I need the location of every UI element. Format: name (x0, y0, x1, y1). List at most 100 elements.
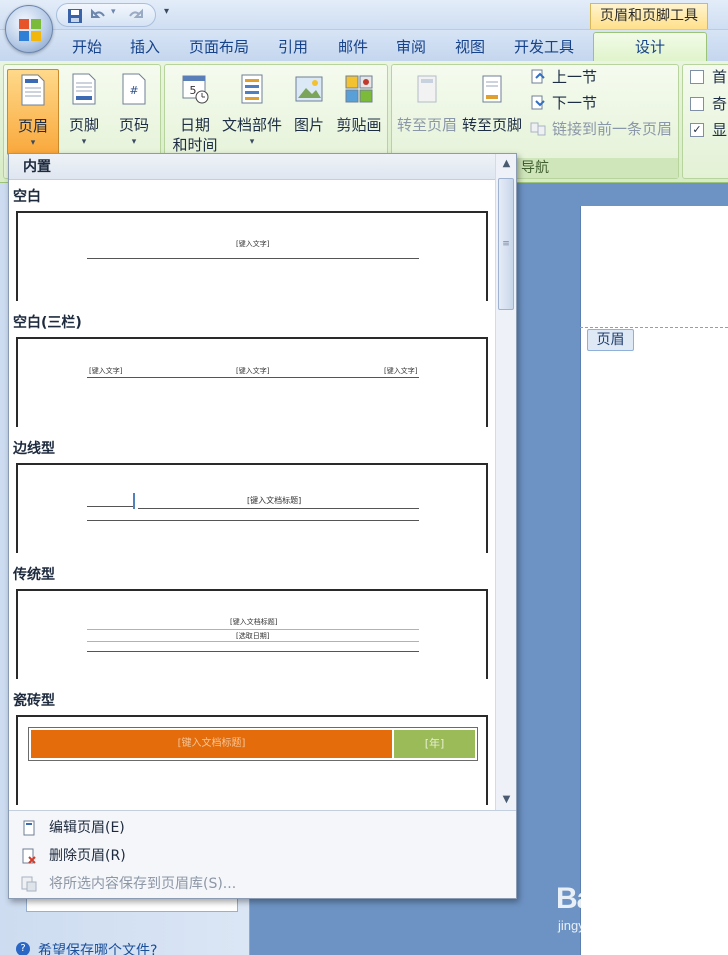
different-first-page-label: 首 (712, 68, 728, 86)
gallery-item-title: 空白 (13, 189, 41, 205)
edit-header-label: 编辑页眉(E) (49, 820, 125, 836)
placeholder-year: [年] (424, 737, 445, 750)
different-first-page-checkbox[interactable]: 首 (690, 66, 728, 88)
footer-button[interactable]: 页脚 ▾ (58, 69, 110, 155)
watermark-brand: Baidu (556, 882, 635, 915)
link-chain-icon (530, 122, 546, 136)
gallery-item-tiles[interactable]: [键入文档标题] [年] (16, 715, 488, 805)
header-rule (87, 506, 133, 507)
previous-section-label: 上一节 (552, 68, 598, 86)
gallery-item-blank[interactable]: [键入文字] (16, 211, 488, 301)
delete-header-command[interactable]: 删除页眉(R) (17, 843, 507, 869)
svg-text:#: # (129, 84, 138, 97)
tab-home[interactable]: 开始 (62, 36, 112, 60)
scroll-up-icon[interactable]: ▲ (496, 154, 517, 174)
tab-insert[interactable]: 插入 (120, 36, 170, 60)
save-to-gallery-icon (21, 876, 37, 892)
placeholder-text: [键入文字] (89, 367, 123, 375)
quick-access-toolbar: ▾ (56, 3, 156, 27)
gallery-item-sideline[interactable]: [键入文档标题] (16, 463, 488, 553)
clipart-icon (345, 75, 373, 103)
tab-review[interactable]: 审阅 (386, 36, 436, 60)
document-parts-label: 文档部件 (221, 116, 282, 134)
goto-header-icon (417, 75, 437, 103)
checkbox-box (690, 70, 704, 84)
page-number-label: 页码 (118, 116, 149, 134)
different-odd-even-checkbox[interactable]: 奇 (690, 93, 728, 115)
placeholder-text: [键入文字] (236, 240, 270, 248)
header-rule (87, 258, 419, 259)
date-time-label-1: 日期 (179, 116, 210, 134)
gallery-item-blank-three-column[interactable]: [键入文字] [键入文字] [键入文字] (16, 337, 488, 427)
header-button-label: 页眉 (17, 117, 48, 135)
header-page-icon (21, 74, 45, 106)
header-button[interactable]: 页眉 ▾ (7, 69, 59, 155)
edit-header-command[interactable]: 编辑页眉(E) (17, 815, 507, 841)
header-rule (87, 629, 419, 630)
header-rule (87, 520, 419, 521)
tab-page-layout[interactable]: 页面布局 (180, 36, 258, 60)
tab-references[interactable]: 引用 (268, 36, 318, 60)
watermark-site: jingyan.baidu.com (558, 918, 663, 933)
document-parts-button[interactable]: 文档部件 ▾ (221, 69, 283, 155)
save-icon[interactable] (67, 8, 83, 24)
office-button[interactable] (5, 5, 53, 53)
date-time-button[interactable]: 5 日期 和时间 (167, 69, 223, 159)
link-to-previous-button[interactable]: 链接到前一条页眉 (530, 118, 672, 140)
header-tag: 页眉 (587, 329, 634, 351)
checkbox-box (690, 97, 704, 111)
picture-button[interactable]: 图片 (283, 69, 335, 155)
tab-design[interactable]: 设计 (593, 32, 707, 62)
document-parts-icon (241, 74, 263, 104)
show-document-text-checkbox[interactable]: ✓ 显 (690, 119, 728, 141)
scrollbar-thumb[interactable]: ≡ (498, 178, 514, 310)
gallery-scrollbar[interactable]: ▲ ≡ ▼ (495, 154, 516, 810)
header-rule (87, 377, 419, 378)
gallery-item-title: 瓷砖型 (13, 693, 55, 709)
header-rule (87, 641, 419, 642)
tab-mailings[interactable]: 邮件 (328, 36, 378, 60)
customize-qat-icon[interactable]: ▾ (164, 6, 169, 17)
undo-dropdown-icon[interactable]: ▾ (111, 7, 116, 17)
page-number-button[interactable]: # 页码 ▾ (108, 69, 160, 155)
previous-section-button[interactable]: 上一节 (530, 66, 597, 88)
help-link[interactable]: ? 希望保存哪个文件? (16, 940, 157, 955)
goto-footer-label: 转至页脚 (461, 116, 522, 134)
checkmark-icon: ✓ (690, 123, 704, 137)
gallery-footer: 编辑页眉(E) 删除页眉(R) 将所选内容保存到页眉库(S)... (9, 810, 516, 898)
placeholder-text: [键入文字] (236, 367, 270, 375)
help-link-label: 希望保存哪个文件? (38, 943, 158, 955)
placeholder-doc-title: [键入文档标题] (230, 618, 278, 626)
header-boundary-line (580, 327, 728, 328)
gallery-item-title: 传统型 (13, 567, 55, 583)
gallery-item-traditional[interactable]: [键入文档标题] [选取日期] (16, 589, 488, 679)
context-tools-title: 页眉和页脚工具 (590, 3, 708, 29)
different-odd-even-label: 奇 (712, 95, 728, 113)
edit-header-icon (23, 820, 35, 836)
goto-footer-button[interactable]: 转至页脚 (460, 69, 524, 155)
picture-icon (295, 76, 323, 102)
footer-button-label: 页脚 (68, 116, 99, 134)
redo-icon[interactable] (127, 8, 143, 24)
clipart-label: 剪贴画 (336, 116, 382, 134)
date-time-label-2: 和时间 (172, 136, 218, 154)
office-logo-icon (19, 19, 41, 41)
delete-header-icon (22, 848, 36, 864)
scroll-down-icon[interactable]: ▼ (496, 790, 517, 810)
link-to-previous-label: 链接到前一条页眉 (552, 120, 673, 138)
next-section-label: 下一节 (552, 94, 598, 112)
tab-view[interactable]: 视图 (445, 36, 495, 60)
next-section-button[interactable]: 下一节 (530, 92, 597, 114)
save-to-gallery-command[interactable]: 将所选内容保存到页眉库(S)... (17, 871, 507, 897)
undo-icon[interactable] (91, 8, 107, 24)
goto-header-button[interactable]: 转至页眉 (396, 69, 458, 155)
tab-developer[interactable]: 开发工具 (504, 36, 584, 60)
page-number-icon: # (122, 73, 146, 105)
clipart-button[interactable]: 剪贴画 (333, 69, 385, 155)
placeholder-doc-title: [键入文档标题] (247, 496, 302, 505)
footer-page-icon (72, 73, 96, 105)
document-page[interactable] (580, 206, 728, 955)
header-gallery-dropdown: 内置 ▲ ≡ ▼ 空白 [键入文字] 空白(三栏) [键入文字] [键入文字] … (8, 153, 517, 899)
gallery-heading: 内置 (9, 154, 495, 180)
gallery-item-title: 空白(三栏) (13, 315, 82, 331)
